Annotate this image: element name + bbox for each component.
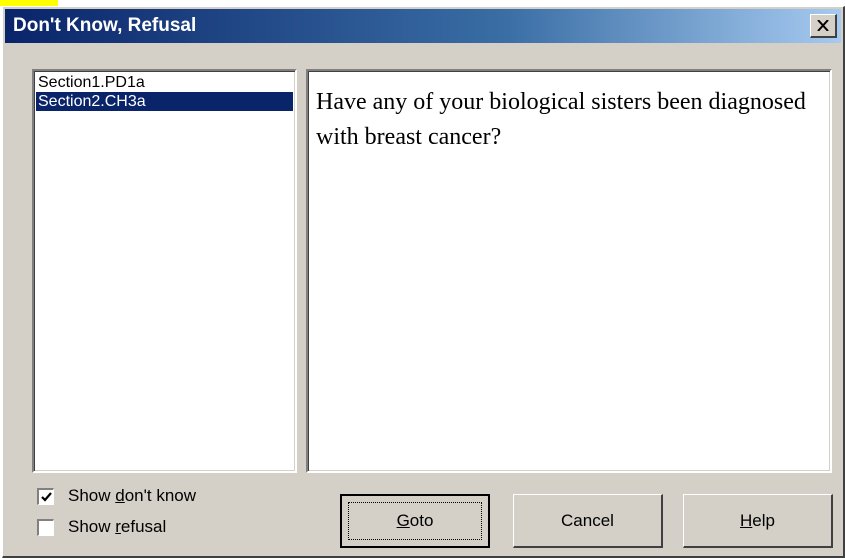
list-item[interactable]: Section1.PD1a: [36, 73, 293, 92]
goto-button[interactable]: Goto: [340, 494, 490, 548]
help-button[interactable]: Help: [683, 494, 833, 548]
checkmark-icon: [40, 491, 52, 502]
show-dont-know-checkbox[interactable]: [37, 487, 54, 505]
show-refusal-label: Show refusal: [68, 517, 167, 536]
question-panel: Have any of your biological sisters been…: [306, 69, 832, 473]
item-listbox[interactable]: Section1.PD1a Section2.CH3a: [32, 69, 297, 473]
cancel-button[interactable]: Cancel: [513, 494, 663, 548]
close-button[interactable]: [810, 14, 837, 38]
close-icon: [817, 20, 829, 31]
cancel-label: Cancel: [561, 510, 614, 530]
show-dont-know-label: Show don't know: [68, 486, 197, 505]
dialog-window: Don't Know, Refusal Section1.PD1a Sectio…: [2, 6, 845, 558]
list-item-label: Section1.PD1a: [38, 74, 145, 91]
show-dont-know-option[interactable]: Show don't know: [37, 485, 196, 507]
list-item-label: Section2.CH3a: [38, 93, 146, 110]
title-bar[interactable]: Don't Know, Refusal: [5, 9, 841, 43]
help-label: Help: [740, 510, 775, 530]
list-item-selected[interactable]: Section2.CH3a: [36, 92, 293, 111]
show-refusal-checkbox[interactable]: [37, 518, 54, 536]
goto-label: Goto: [396, 511, 434, 530]
window-title: Don't Know, Refusal: [13, 15, 197, 36]
question-text: Have any of your biological sisters been…: [316, 89, 806, 150]
show-refusal-option[interactable]: Show refusal: [37, 516, 166, 538]
screen: Don't Know, Refusal Section1.PD1a Sectio…: [0, 0, 845, 558]
